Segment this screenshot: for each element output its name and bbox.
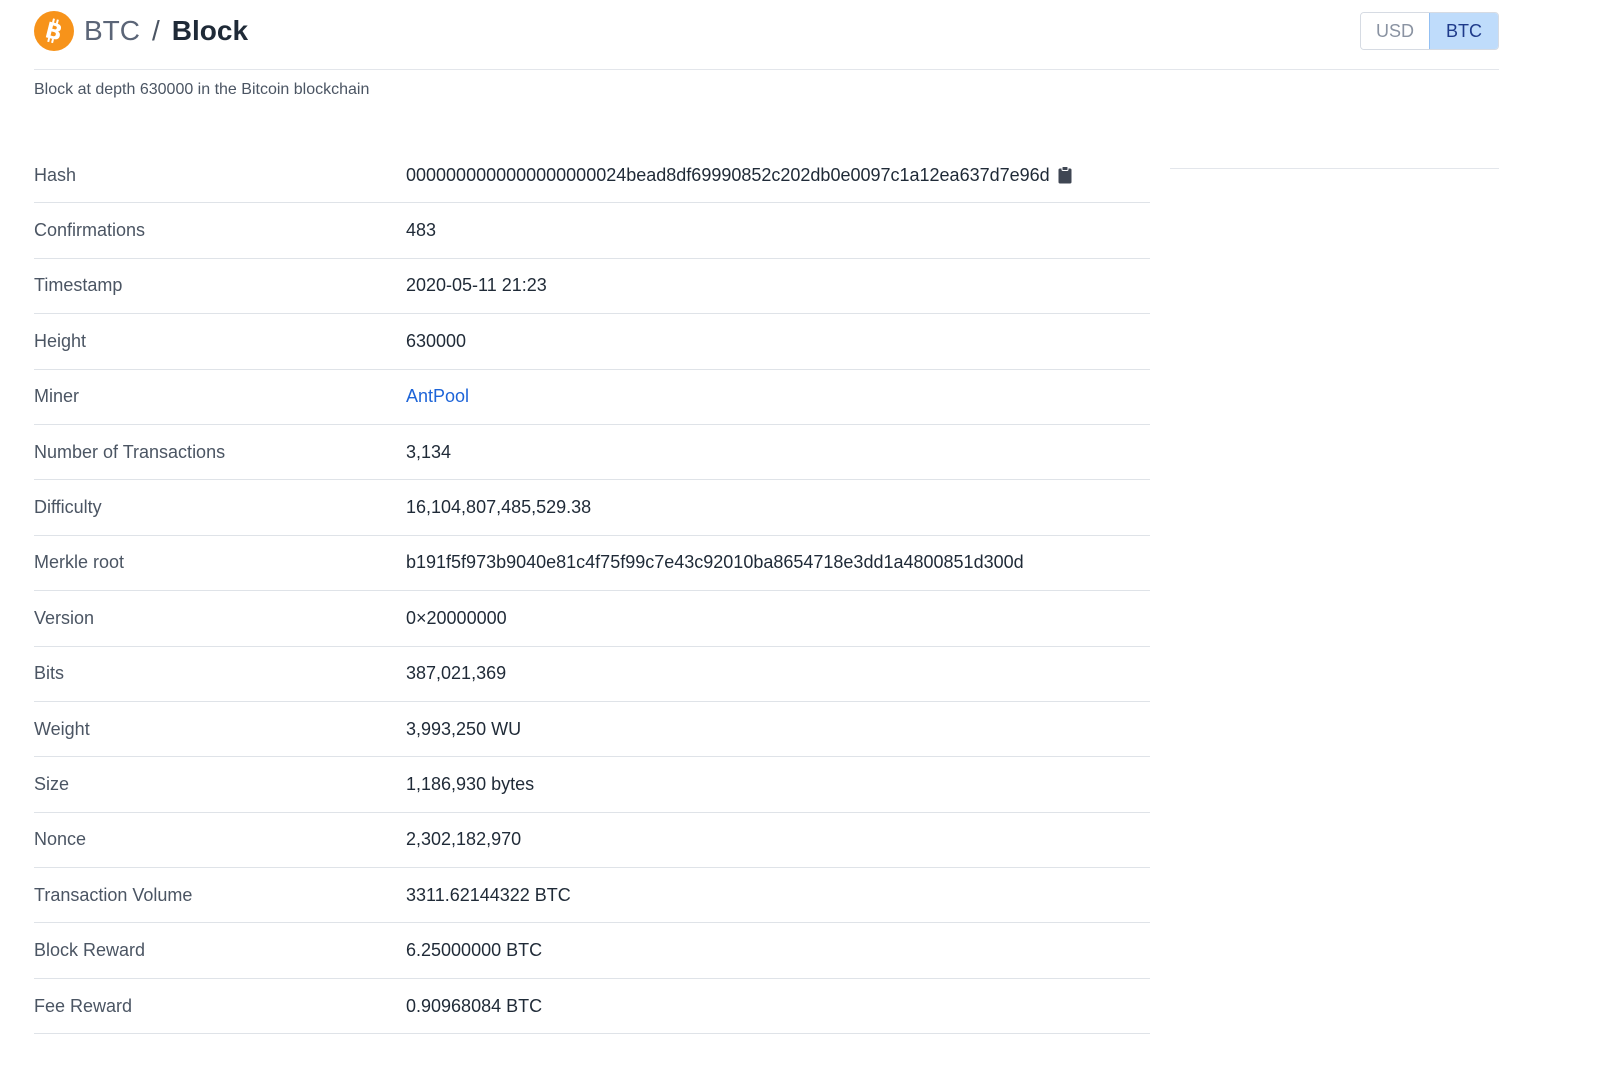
detail-value: 2,302,182,970 — [406, 829, 522, 850]
page-title: Block — [171, 15, 249, 46]
detail-row: Fee Reward 0.90968084 BTC — [34, 979, 1150, 1035]
currency-btc-button[interactable]: BTC — [1429, 13, 1498, 49]
detail-value-wrapper: 2020-05-11 21:23 — [406, 275, 547, 296]
header-divider — [34, 69, 1499, 70]
detail-row: Confirmations 483 — [34, 203, 1150, 259]
detail-value-wrapper: 483 — [406, 220, 436, 241]
detail-row: Weight 3,993,250 WU — [34, 702, 1150, 758]
detail-value-wrapper: 0.90968084 BTC — [406, 996, 542, 1017]
block-details-table: Hash 0000000000000000000024bead8df6999085… — [34, 148, 1150, 1035]
detail-value: 0000000000000000000024bead8df69990852c20… — [406, 164, 1050, 185]
detail-row: Timestamp 2020-05-11 21:23 — [34, 259, 1150, 315]
detail-label: Version — [34, 607, 95, 628]
detail-value-wrapper: 387,021,369 — [406, 663, 506, 684]
detail-label: Timestamp — [34, 275, 123, 296]
detail-label: Transaction Volume — [34, 884, 193, 905]
detail-label: Nonce — [34, 829, 87, 850]
page-header: B BTC / Block USD BTC — [34, 10, 1499, 52]
detail-value-wrapper: 0×20000000 — [406, 608, 507, 629]
detail-value: 630000 — [406, 330, 467, 351]
breadcrumb-coin[interactable]: BTC — [84, 11, 140, 51]
detail-value: 1,186,930 bytes — [406, 773, 535, 794]
detail-row: Miner AntPool — [34, 370, 1150, 425]
detail-value-wrapper: 630000 — [406, 331, 466, 352]
detail-value: 0×20000000 — [406, 607, 507, 628]
breadcrumb-separator: / — [152, 15, 160, 46]
detail-label: Merkle root — [34, 552, 125, 573]
detail-value: b191f5f973b9040e81c4f75f99c7e43c92010ba8… — [406, 552, 1024, 573]
detail-value: 16,104,807,485,529.38 — [406, 497, 592, 518]
detail-value: 483 — [406, 220, 437, 241]
breadcrumb: BTC / Block — [84, 11, 248, 51]
detail-label: Block Reward — [34, 940, 146, 961]
detail-value: 3,993,250 WU — [406, 718, 522, 739]
detail-row: Height 630000 — [34, 314, 1150, 370]
detail-label: Size — [34, 773, 70, 794]
detail-label: Fee Reward — [34, 995, 133, 1016]
page-subtitle: Block at depth 630000 in the Bitcoin blo… — [34, 81, 370, 98]
currency-usd-button[interactable]: USD — [1361, 13, 1429, 49]
miner-link[interactable]: AntPool — [406, 386, 469, 407]
detail-value-wrapper: b191f5f973b9040e81c4f75f99c7e43c92010ba8… — [406, 552, 1024, 573]
currency-toggle: USD BTC — [1360, 12, 1499, 50]
detail-label: Confirmations — [34, 220, 146, 241]
side-panel-divider — [1170, 168, 1499, 169]
detail-row: Bits 387,021,369 — [34, 647, 1150, 702]
detail-value: 3311.62144322 BTC — [406, 884, 571, 905]
detail-value-wrapper: 3311.62144322 BTC — [406, 885, 571, 906]
detail-label: Number of Transactions — [34, 441, 226, 462]
detail-row: Transaction Volume 3311.62144322 BTC — [34, 868, 1150, 924]
detail-label: Bits — [34, 663, 65, 684]
detail-label: Weight — [34, 718, 90, 739]
detail-value-wrapper: 3,134 — [406, 442, 451, 463]
detail-label: Miner — [34, 386, 80, 407]
detail-row: Difficulty 16,104,807,485,529.38 — [34, 480, 1150, 536]
detail-row: Number of Transactions 3,134 — [34, 425, 1150, 481]
detail-row: Size 1,186,930 bytes — [34, 757, 1150, 813]
detail-value: 387,021,369 — [406, 663, 507, 684]
detail-label: Difficulty — [34, 497, 102, 518]
detail-row: Merkle root b191f5f973b9040e81c4f75f99c7e… — [34, 536, 1150, 592]
detail-value-wrapper: 3,993,250 WU — [406, 719, 521, 740]
detail-row: Nonce 2,302,182,970 — [34, 813, 1150, 869]
detail-label: Height — [34, 330, 87, 351]
detail-value-wrapper: 2,302,182,970 — [406, 829, 521, 850]
detail-value: 3,134 — [406, 441, 452, 462]
detail-value: 6.25000000 BTC — [406, 940, 543, 961]
detail-row: Version 0×20000000 — [34, 591, 1150, 647]
detail-value-wrapper: AntPool — [406, 386, 469, 407]
detail-value-wrapper: 6.25000000 BTC — [406, 940, 542, 961]
detail-value: 0.90968084 BTC — [406, 995, 543, 1016]
detail-row: Block Reward 6.25000000 BTC — [34, 923, 1150, 979]
detail-value-wrapper: 16,104,807,485,529.38 — [406, 497, 591, 518]
detail-value-wrapper: 0000000000000000000024bead8df69990852c20… — [406, 165, 1072, 186]
detail-value: 2020-05-11 21:23 — [406, 275, 547, 296]
clipboard-icon[interactable] — [1058, 166, 1072, 184]
detail-value-wrapper: 1,186,930 bytes — [406, 774, 534, 795]
bitcoin-icon: B — [34, 11, 74, 51]
detail-label: Hash — [34, 164, 77, 185]
detail-row: Hash 0000000000000000000024bead8df6999085… — [34, 148, 1150, 204]
